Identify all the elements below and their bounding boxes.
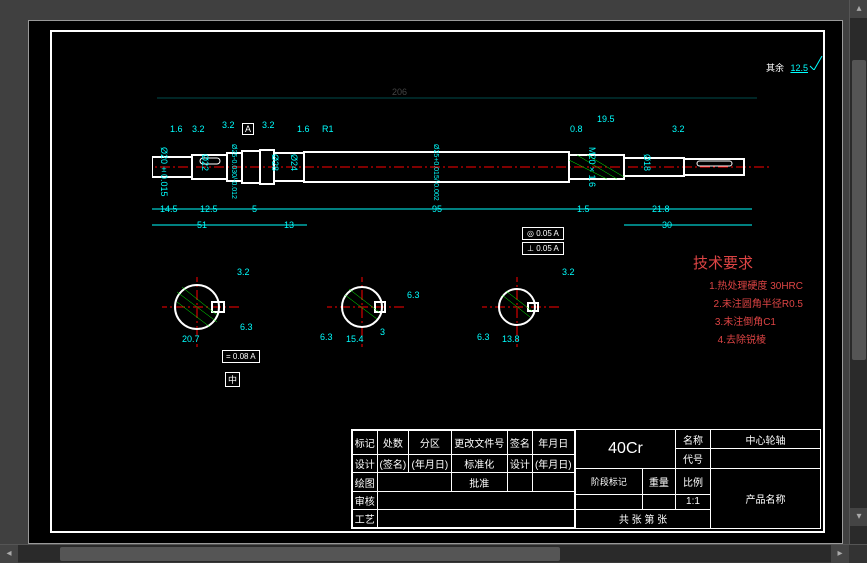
r-approve: 批准 xyxy=(451,473,508,491)
hdr-zone: 分区 xyxy=(409,431,451,455)
len218: 21.8 xyxy=(652,204,670,214)
s2-surf: 6.3 xyxy=(407,290,420,300)
code-label: 代号 xyxy=(676,449,711,468)
radius: R1 xyxy=(322,124,334,134)
len195: 19.5 xyxy=(597,114,615,124)
sf-6: 0.8 xyxy=(570,124,583,134)
cad-viewport[interactable]: 其余 12.5 206 xyxy=(0,0,867,562)
sf-3: 3.2 xyxy=(222,120,235,130)
overall-length: 206 xyxy=(392,87,407,97)
hdr-date: 年月日 xyxy=(532,431,574,455)
len125: 12.5 xyxy=(200,204,218,214)
s1-surf2: 6.3 xyxy=(240,322,253,332)
s2-dim2: 3 xyxy=(380,327,385,337)
sf-7: 3.2 xyxy=(672,124,685,134)
hdr-qty: 处数 xyxy=(377,431,409,455)
section-1 xyxy=(162,277,242,357)
scale-label: 比例 xyxy=(676,468,711,494)
drawing-content: 其余 12.5 206 xyxy=(52,32,823,531)
surf-value: 12.5 xyxy=(790,63,808,73)
len30: 30 xyxy=(662,220,672,230)
hdr-sign: 签名 xyxy=(508,431,533,455)
dia24: Ø24 xyxy=(289,154,299,171)
horizontal-scrollbar[interactable]: ◂ ▸ xyxy=(0,544,867,562)
tech-req-title: 技术要求 xyxy=(693,252,753,273)
sf-2: 3.2 xyxy=(192,124,205,134)
dia25b: Ø25+0.015/-0.002 xyxy=(432,144,439,201)
sf-1: 1.6 xyxy=(170,124,183,134)
hdr-mark: 标记 xyxy=(353,431,378,455)
sheet: 共 张 第 张 xyxy=(576,509,711,528)
r-design: 设计 xyxy=(353,455,378,473)
r-check: 审核 xyxy=(353,491,378,509)
scroll-thumb-h[interactable] xyxy=(60,547,560,561)
product-label: 产品名称 xyxy=(711,468,821,528)
scroll-corner xyxy=(849,545,867,563)
s1-surf: 3.2 xyxy=(237,267,250,277)
scale-val: 1:1 xyxy=(676,494,711,509)
weight: 重量 xyxy=(642,468,675,494)
tech-req-3: 3.未注倒角C1 xyxy=(715,313,776,328)
c04: 设计 xyxy=(508,455,533,473)
main-shaft-view xyxy=(152,122,772,252)
s1-gtol: = 0.08 A xyxy=(222,350,260,363)
len145: 14.5 xyxy=(160,204,178,214)
len13: 13 xyxy=(284,220,294,230)
hdr-doc: 更改文件号 xyxy=(451,431,508,455)
dia18: Ø18 xyxy=(642,154,652,171)
title-block: 标记 处数 分区 更改文件号 签名 年月日 设计(签名)(年月日)标准化设计(年… xyxy=(351,429,821,529)
tech-req-4: 4.去除锐棱 xyxy=(718,331,766,346)
s3-surf: 3.2 xyxy=(562,267,575,277)
vertical-scrollbar[interactable]: ▴ ▾ xyxy=(849,0,867,544)
gtol-frame-2: ⊥ 0.05 A xyxy=(522,242,564,255)
dia20: Ø20±0.015 xyxy=(159,147,169,197)
surf-label: 其余 xyxy=(766,63,784,73)
c01: (签名) xyxy=(377,455,409,473)
sf-4: 3.2 xyxy=(262,120,275,130)
s2-dim1: 15.4 xyxy=(346,334,364,344)
len95: 95 xyxy=(432,204,442,214)
dia22: Ø22 xyxy=(200,154,210,171)
material: 40Cr xyxy=(576,430,676,469)
part-name: 中心轮轴 xyxy=(711,430,821,449)
len51: 51 xyxy=(197,220,207,230)
sf-5: 1.6 xyxy=(297,124,310,134)
s1-datum: 中 xyxy=(225,372,240,387)
len15: 1.5 xyxy=(577,204,590,214)
r-process: 工艺 xyxy=(353,509,378,527)
s3-dim: 13.8 xyxy=(502,334,520,344)
s3-surf2: 6.3 xyxy=(477,332,490,342)
c03: 标准化 xyxy=(451,455,508,473)
thread: M20×1.6 xyxy=(587,147,597,187)
gtol-frame-1: ◎ 0.05 A xyxy=(522,227,564,240)
name-label: 名称 xyxy=(676,430,711,449)
scroll-thumb-v[interactable] xyxy=(852,60,866,360)
dia25a: Ø25-0.030/-0.012 xyxy=(230,144,237,199)
c02: (年月日) xyxy=(409,455,451,473)
dia28: Ø28 xyxy=(270,154,280,171)
section-2 xyxy=(327,277,407,357)
c05: (年月日) xyxy=(532,455,574,473)
s2-surf2: 6.3 xyxy=(320,332,333,342)
tech-req-1: 1.热处理硬度 30HRC xyxy=(709,277,803,292)
default-surface-finish: 其余 12.5 xyxy=(766,58,808,76)
len5: 5 xyxy=(252,204,257,214)
scroll-right-icon[interactable]: ▸ xyxy=(831,545,849,563)
section-3 xyxy=(482,277,562,357)
tech-req-2: 2.未注圆角半径R0.5 xyxy=(714,295,803,310)
stage: 阶段标记 xyxy=(576,468,643,494)
s1-dim: 20.7 xyxy=(182,334,200,344)
datum-a-box: A xyxy=(242,123,254,135)
scroll-up-icon[interactable]: ▴ xyxy=(850,0,867,18)
r-draw: 绘图 xyxy=(353,473,378,491)
scroll-left-icon[interactable]: ◂ xyxy=(0,545,18,563)
scroll-down-icon[interactable]: ▾ xyxy=(850,508,867,526)
